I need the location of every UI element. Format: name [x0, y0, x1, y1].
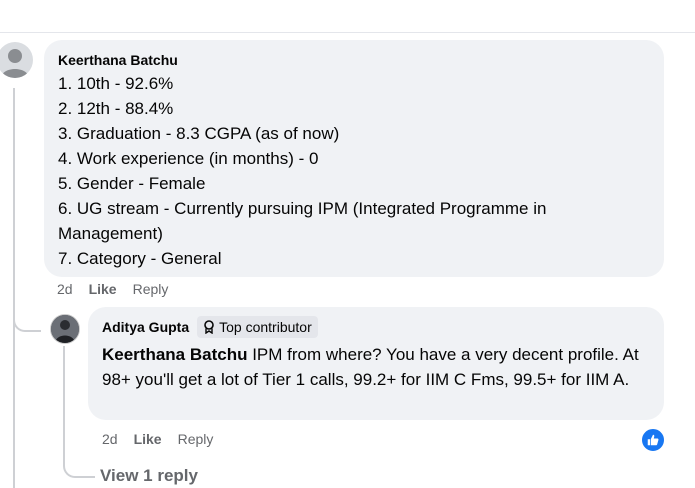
reply-button[interactable]: Reply	[133, 281, 169, 297]
comment-line: 2. 12th - 88.4%	[58, 99, 174, 118]
avatar[interactable]	[0, 42, 33, 78]
top-divider	[0, 32, 695, 33]
default-profile-icon	[1, 49, 29, 78]
reply-thread-branch	[63, 440, 95, 478]
comment-line: 6. UG stream - Currently pursuing IPM (I…	[58, 199, 547, 218]
comment-body: 1. 10th - 92.6% 2. 12th - 88.4% 3. Gradu…	[58, 71, 650, 271]
reply-header: Aditya Gupta Top contributor	[102, 316, 650, 338]
reply-avatar[interactable]	[50, 314, 80, 344]
profile-photo-icon	[51, 315, 79, 343]
reply-timestamp[interactable]: 2d	[102, 431, 118, 447]
mention-link[interactable]: Keerthana Batchu	[102, 345, 247, 364]
comment-line: 5. Gender - Female	[58, 174, 206, 193]
view-replies-link[interactable]: View 1 reply	[100, 466, 198, 486]
reply-bubble: Aditya Gupta Top contributor Keerthana B…	[88, 307, 664, 420]
comment-line: Management)	[58, 224, 163, 243]
comment-line: 7. Category - General	[58, 249, 222, 268]
reply-button[interactable]: Reply	[178, 431, 214, 447]
award-icon	[204, 320, 214, 334]
reply-actions: 2d Like Reply	[102, 431, 213, 447]
top-contributor-badge[interactable]: Top contributor	[197, 316, 318, 338]
comment-bubble: Keerthana Batchu 1. 10th - 92.6% 2. 12th…	[44, 40, 664, 277]
comment-author[interactable]: Keerthana Batchu	[58, 51, 650, 69]
like-button[interactable]: Like	[134, 431, 162, 447]
thread-line	[13, 88, 15, 488]
like-button[interactable]: Like	[89, 281, 117, 297]
comment-actions: 2d Like Reply	[57, 281, 168, 297]
comment-line: 3. Graduation - 8.3 CGPA (as of now)	[58, 124, 340, 143]
reaction-badge[interactable]	[640, 427, 666, 453]
comment-line: 1. 10th - 92.6%	[58, 74, 174, 93]
thumbs-up-icon	[647, 434, 659, 446]
thread-branch	[13, 310, 41, 332]
badge-label: Top contributor	[219, 319, 312, 335]
comment-line: 4. Work experience (in months) - 0	[58, 149, 319, 168]
reply-body: Keerthana Batchu IPM from where? You hav…	[102, 342, 650, 392]
comment-timestamp[interactable]: 2d	[57, 281, 73, 297]
reply-author[interactable]: Aditya Gupta	[102, 318, 189, 336]
